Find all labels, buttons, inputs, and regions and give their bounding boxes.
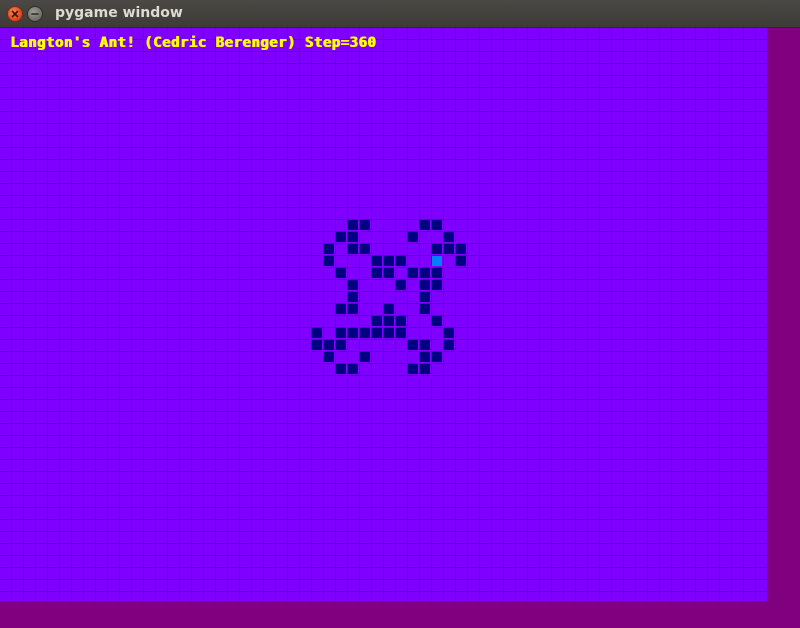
black-cell — [408, 364, 418, 374]
window-titlebar: pygame window — [0, 0, 800, 28]
black-cell — [444, 340, 454, 350]
minimize-button[interactable] — [27, 6, 43, 22]
black-cell — [372, 268, 382, 278]
black-cell — [456, 244, 466, 254]
black-cell — [396, 328, 406, 338]
black-cell — [312, 328, 322, 338]
black-cell — [408, 268, 418, 278]
black-cell — [396, 316, 406, 326]
black-cell — [432, 220, 442, 230]
black-cell — [336, 304, 346, 314]
status-text: Langton's Ant! (Cedric Berenger) Step=36… — [10, 35, 377, 51]
black-cell — [348, 364, 358, 374]
black-cell — [456, 256, 466, 266]
black-cell — [348, 280, 358, 290]
black-cell — [360, 244, 370, 254]
black-cell — [420, 352, 430, 362]
black-cell — [420, 292, 430, 302]
black-cell — [324, 340, 334, 350]
black-cell — [324, 256, 334, 266]
black-cell — [336, 268, 346, 278]
black-cell — [348, 304, 358, 314]
black-cell — [324, 352, 334, 362]
black-cell — [384, 328, 394, 338]
black-cell — [432, 244, 442, 254]
close-icon — [11, 10, 19, 18]
black-cell — [408, 232, 418, 242]
black-cell — [336, 340, 346, 350]
window-title: pygame window — [55, 5, 183, 21]
black-cell — [372, 256, 382, 266]
black-cell — [312, 340, 322, 350]
black-cell — [432, 280, 442, 290]
black-cell — [336, 232, 346, 242]
black-cell — [336, 364, 346, 374]
black-cell — [420, 280, 430, 290]
black-cell — [348, 328, 358, 338]
black-cell — [348, 292, 358, 302]
black-cell — [444, 244, 454, 254]
minimize-icon — [31, 13, 39, 15]
black-cell — [360, 220, 370, 230]
black-cell — [348, 220, 358, 230]
black-cell — [348, 232, 358, 242]
black-cell — [432, 268, 442, 278]
black-cell — [384, 316, 394, 326]
black-cell — [360, 352, 370, 362]
black-cell — [420, 304, 430, 314]
black-cell — [396, 280, 406, 290]
black-cell — [384, 268, 394, 278]
game-canvas[interactable]: Langton's Ant! (Cedric Berenger) Step=36… — [0, 28, 767, 601]
black-cell — [348, 244, 358, 254]
ant-marker — [432, 256, 442, 266]
black-cell — [444, 232, 454, 242]
black-cell — [384, 304, 394, 314]
black-cell — [384, 256, 394, 266]
black-cell — [336, 328, 346, 338]
close-button[interactable] — [7, 6, 23, 22]
black-cell — [324, 244, 334, 254]
black-cell — [360, 328, 370, 338]
black-cell — [420, 364, 430, 374]
black-cell — [408, 340, 418, 350]
black-cell — [420, 340, 430, 350]
black-cell — [372, 328, 382, 338]
black-cell — [420, 268, 430, 278]
black-cell — [444, 328, 454, 338]
black-cell — [372, 316, 382, 326]
black-cell — [396, 256, 406, 266]
black-cell — [432, 316, 442, 326]
black-cell — [432, 352, 442, 362]
black-cell — [420, 220, 430, 230]
